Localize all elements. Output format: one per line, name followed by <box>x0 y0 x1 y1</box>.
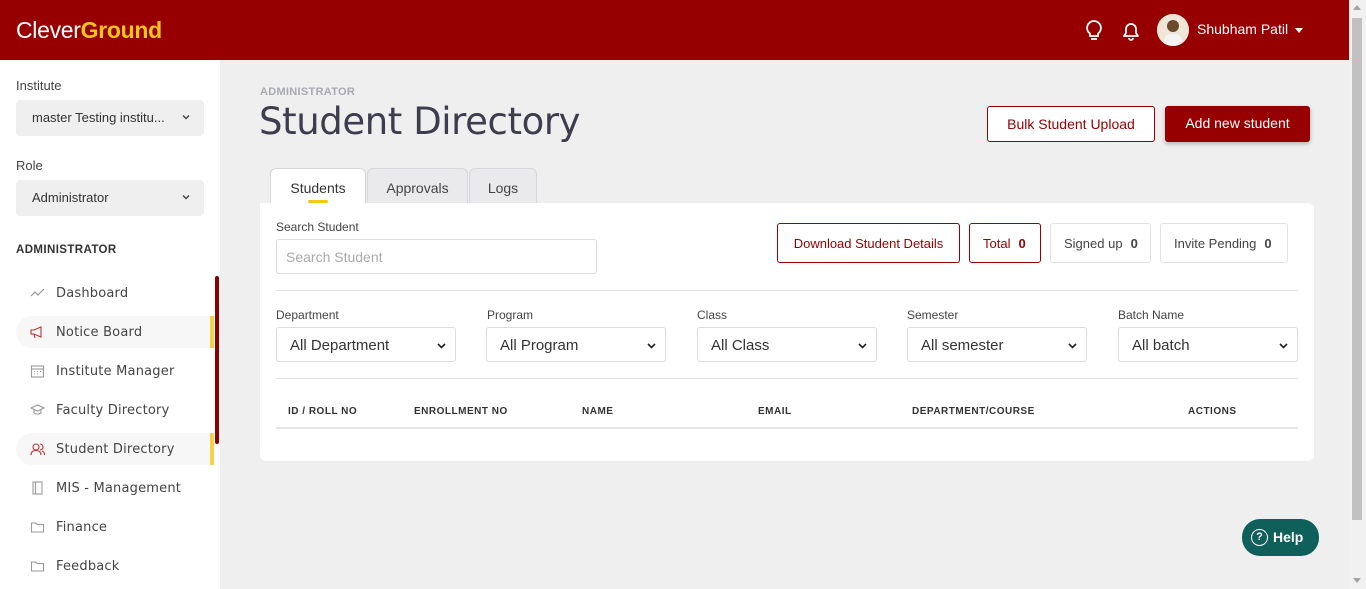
program-label: Program <box>487 308 534 322</box>
folder-icon <box>30 561 45 572</box>
search-input[interactable]: Search Student <box>276 239 597 274</box>
chevron-down-icon <box>1068 343 1077 349</box>
batch-name-label: Batch Name <box>1118 308 1185 322</box>
sidebar-scrollbar[interactable] <box>215 276 219 444</box>
brand-logo[interactable]: CleverGround <box>16 17 162 44</box>
semester-select[interactable]: All semester <box>907 327 1087 362</box>
total-count-badge[interactable]: Total 0 <box>969 223 1041 263</box>
chevron-down-icon <box>1279 343 1288 349</box>
scroll-down-icon[interactable] <box>1353 578 1361 583</box>
chevron-down-icon <box>647 343 656 349</box>
help-button[interactable]: ? Help <box>1242 519 1319 556</box>
tab-students[interactable]: Students <box>270 168 366 204</box>
calendar-icon <box>30 365 45 378</box>
divider <box>276 378 1298 379</box>
user-menu-caret-icon[interactable] <box>1295 28 1303 33</box>
semester-label: Semester <box>907 308 959 322</box>
table-header-divider <box>276 427 1298 429</box>
user-name[interactable]: Shubham Patil <box>1197 21 1288 37</box>
lightbulb-icon[interactable] <box>1083 19 1105 43</box>
tab-approvals[interactable]: Approvals <box>367 168 468 204</box>
program-select[interactable]: All Program <box>486 327 666 362</box>
active-marker <box>210 433 214 465</box>
sidebar-item-mis-management[interactable]: MIS - Management <box>16 472 214 504</box>
sidebar: Institute master Testing institu... Role… <box>0 60 220 589</box>
bulk-student-upload-button[interactable]: Bulk Student Upload <box>987 106 1155 142</box>
column-header-name[interactable]: NAME <box>582 406 613 417</box>
column-header-actions: ACTIONS <box>1188 406 1237 417</box>
sidebar-item-institute-manager[interactable]: Institute Manager <box>16 355 214 387</box>
active-marker <box>210 316 214 348</box>
role-label: Role <box>16 158 43 173</box>
folder-icon <box>30 522 45 533</box>
page-scrollbar[interactable] <box>1349 0 1366 589</box>
chevron-down-icon <box>182 195 190 200</box>
avatar[interactable] <box>1157 14 1189 46</box>
top-navbar: CleverGround Shubham Patil <box>0 0 1349 60</box>
page-title: Student Directory <box>259 100 581 143</box>
chevron-down-icon <box>437 343 446 349</box>
sidebar-item-faculty-directory[interactable]: Faculty Directory <box>16 394 214 426</box>
add-new-student-button[interactable]: Add new student <box>1165 106 1310 142</box>
sidebar-item-notice-board[interactable]: Notice Board <box>16 316 214 348</box>
role-select[interactable]: Administrator <box>16 180 204 216</box>
megaphone-icon <box>30 326 42 339</box>
users-icon <box>30 443 45 456</box>
institute-select[interactable]: master Testing institu... <box>16 100 204 136</box>
column-header-department-course[interactable]: DEPARTMENT/COURSE <box>912 406 1035 417</box>
scroll-up-icon[interactable] <box>1353 5 1361 10</box>
question-circle-icon: ? <box>1251 529 1268 546</box>
class-label: Class <box>697 308 728 322</box>
institute-label: Institute <box>16 78 62 93</box>
student-directory-card: Search Student Search Student Download S… <box>260 203 1314 461</box>
tab-logs[interactable]: Logs <box>469 168 537 204</box>
sidebar-item-student-directory[interactable]: Student Directory <box>16 433 214 465</box>
chevron-down-icon <box>182 115 190 120</box>
sidebar-item-finance[interactable]: Finance <box>16 511 214 543</box>
scrollbar-thumb[interactable] <box>1352 18 1362 520</box>
divider <box>276 290 1298 291</box>
column-header-email[interactable]: EMAIL <box>758 406 792 417</box>
sidebar-item-dashboard[interactable]: Dashboard <box>16 277 214 309</box>
breadcrumb: ADMINISTRATOR <box>260 86 356 98</box>
graduation-cap-icon <box>30 404 45 415</box>
chevron-down-icon <box>858 343 867 349</box>
search-student-label: Search Student <box>276 220 359 234</box>
trend-line-icon <box>30 288 45 297</box>
sidebar-section-heading: ADMINISTRATOR <box>16 244 117 256</box>
column-header-id-roll-no[interactable]: ID / ROLL NO <box>288 406 357 417</box>
class-select[interactable]: All Class <box>697 327 877 362</box>
department-label: Department <box>276 308 339 322</box>
book-icon <box>32 481 43 495</box>
sidebar-item-feedback[interactable]: Feedback <box>16 550 214 582</box>
department-select[interactable]: All Department <box>276 327 456 362</box>
column-header-enrollment-no[interactable]: ENROLLMENT NO <box>414 406 508 417</box>
invite-pending-count-badge[interactable]: Invite Pending 0 <box>1160 223 1288 263</box>
download-student-details-button[interactable]: Download Student Details <box>777 223 960 263</box>
signed-up-count-badge[interactable]: Signed up 0 <box>1050 223 1151 263</box>
batch-select[interactable]: All batch <box>1118 327 1298 362</box>
bell-icon[interactable] <box>1120 19 1142 43</box>
